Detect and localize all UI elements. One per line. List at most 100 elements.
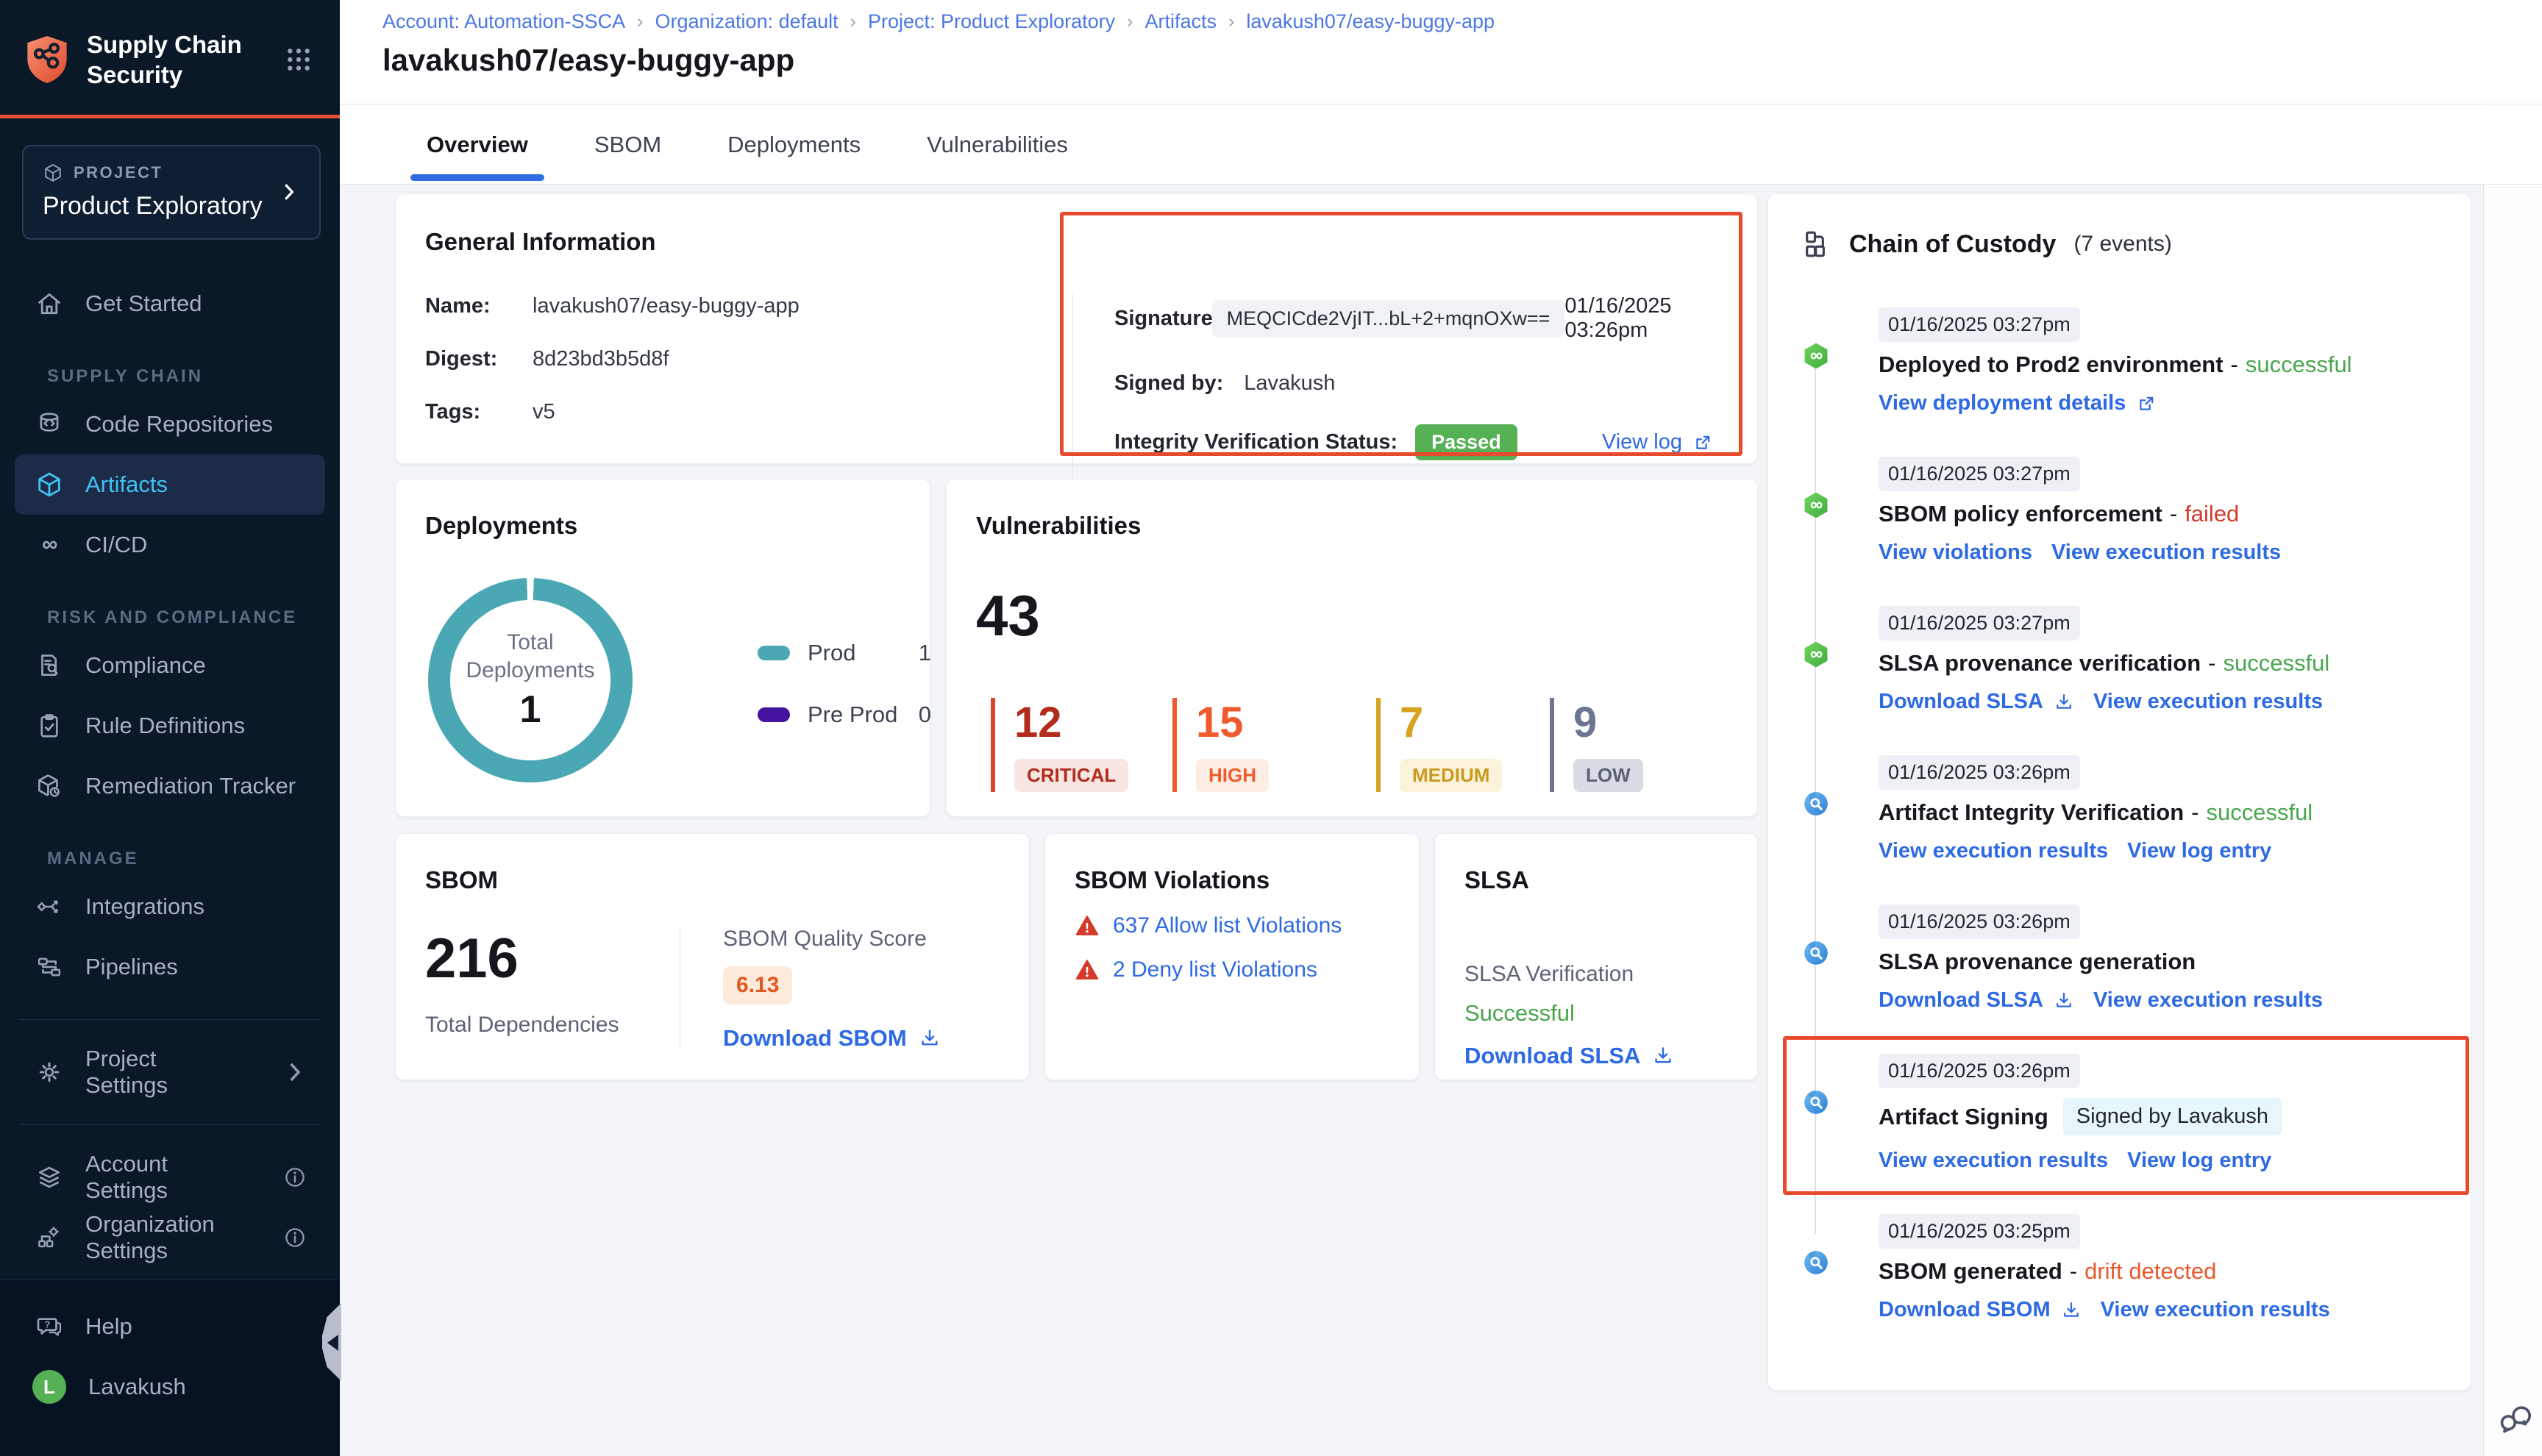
module-switcher-icon[interactable] bbox=[284, 45, 313, 74]
view-violations-link[interactable]: View violations bbox=[1879, 540, 2032, 565]
sidebar-item-organization-settings[interactable]: Organization Settings bbox=[0, 1207, 340, 1268]
download-slsa-link[interactable]: Download SLSA bbox=[1879, 690, 2074, 714]
breadcrumb-separator: › bbox=[1217, 11, 1246, 32]
download-slsa-link[interactable]: Download SLSA bbox=[1879, 988, 2074, 1013]
gear-icon bbox=[35, 1058, 63, 1086]
help-chat-icon bbox=[35, 1313, 63, 1341]
card-title: Deployments bbox=[425, 512, 900, 540]
sidebar-item-label: Integrations bbox=[85, 893, 204, 920]
signed-by-label: Signed by: bbox=[1114, 371, 1223, 396]
vulnerabilities-total: 43 bbox=[976, 582, 1728, 649]
event-artifact-integrity-verification: 01/16/2025 03:26pm Artifact Integrity Ve… bbox=[1802, 755, 2438, 863]
card-title: SBOM bbox=[425, 866, 1000, 894]
view-execution-results-link[interactable]: View execution results bbox=[2051, 540, 2281, 565]
download-sbom-link[interactable]: Download SBOM bbox=[1879, 1298, 2082, 1322]
view-execution-results-link[interactable]: View execution results bbox=[2101, 1298, 2330, 1322]
breadcrumb-artifacts[interactable]: Artifacts bbox=[1144, 10, 1217, 33]
main-content: General Information Name:lavakush07/easy… bbox=[340, 185, 2483, 1456]
pipeline-hexagon-icon bbox=[1802, 640, 1830, 669]
sidebar-item-integrations[interactable]: Integrations bbox=[0, 877, 340, 937]
sidebar-item-project-settings[interactable]: Project Settings bbox=[0, 1042, 340, 1102]
divider bbox=[19, 1019, 321, 1020]
sidebar-item-pipelines[interactable]: Pipelines bbox=[0, 937, 340, 997]
warning-triangle-icon bbox=[1075, 913, 1100, 938]
severity-critical: 12 CRITICAL bbox=[991, 698, 1172, 792]
scan-circle-icon bbox=[1802, 1088, 1830, 1117]
sidebar-item-label: Get Started bbox=[85, 290, 202, 317]
tab-sbom[interactable]: SBOM bbox=[594, 105, 661, 184]
sidebar-item-help[interactable]: Help bbox=[0, 1296, 340, 1357]
general-information-card: General Information Name:lavakush07/easy… bbox=[395, 193, 1758, 464]
download-sbom-link[interactable]: Download SBOM bbox=[723, 1025, 1000, 1052]
section-header-risk-compliance: RISK AND COMPLIANCE bbox=[0, 607, 340, 628]
severity-low: 9 LOW bbox=[1550, 698, 1697, 792]
view-execution-results-link[interactable]: View execution results bbox=[1879, 839, 2108, 863]
breadcrumb-account[interactable]: Account: Automation-SSCA bbox=[382, 10, 625, 33]
brand-accent-line bbox=[0, 115, 340, 118]
view-execution-results-link[interactable]: View execution results bbox=[1879, 1149, 2108, 1173]
download-slsa-link[interactable]: Download SLSA bbox=[1464, 1043, 1728, 1069]
tab-vulnerabilities[interactable]: Vulnerabilities bbox=[927, 105, 1068, 184]
sidebar-item-get-started[interactable]: Get Started bbox=[0, 274, 340, 334]
tags-value: v5 bbox=[533, 400, 555, 424]
sidebar-item-account-settings[interactable]: Account Settings bbox=[0, 1147, 340, 1207]
sidebar-item-user[interactable]: L Lavakush bbox=[0, 1357, 340, 1417]
event-status: successful bbox=[2223, 650, 2329, 677]
page-header: Account: Automation-SSCA › Organization:… bbox=[340, 0, 2542, 104]
event-slsa-provenance-verification: 01/16/2025 03:27pm SLSA provenance verif… bbox=[1802, 606, 2438, 714]
scan-circle-icon bbox=[1802, 789, 1830, 818]
section-header-supply-chain: SUPPLY CHAIN bbox=[0, 366, 340, 387]
view-log-entry-link[interactable]: View log entry bbox=[2127, 1149, 2271, 1173]
clipboard-check-icon bbox=[35, 712, 63, 740]
signature-timestamp: 01/16/2025 03:26pm bbox=[1564, 294, 1713, 343]
card-title: General Information bbox=[425, 228, 1757, 256]
view-deployment-details-link[interactable]: View deployment details bbox=[1879, 391, 2157, 415]
chat-bubbles-icon[interactable] bbox=[2497, 1402, 2531, 1435]
avatar: L bbox=[32, 1370, 66, 1404]
tab-overview[interactable]: Overview bbox=[427, 105, 528, 184]
signature-label: Signature: bbox=[1114, 307, 1195, 331]
sidebar-item-artifacts[interactable]: Artifacts bbox=[15, 454, 325, 515]
event-timestamp: 01/16/2025 03:26pm bbox=[1879, 1054, 2080, 1088]
sidebar-item-code-repositories[interactable]: Code Repositories bbox=[0, 394, 340, 454]
view-execution-results-link[interactable]: View execution results bbox=[2093, 988, 2323, 1013]
prod-swatch bbox=[758, 646, 790, 660]
event-timestamp: 01/16/2025 03:26pm bbox=[1879, 904, 2080, 939]
sidebar-item-cicd[interactable]: CI/CD bbox=[0, 515, 340, 575]
sidebar-item-label: Code Repositories bbox=[85, 411, 273, 438]
breadcrumb-separator: › bbox=[1115, 11, 1144, 32]
breadcrumb-organization[interactable]: Organization: default bbox=[655, 10, 839, 33]
allow-list-violations-link[interactable]: 637 Allow list Violations bbox=[1113, 913, 1342, 938]
view-execution-results-link[interactable]: View execution results bbox=[2093, 690, 2323, 714]
chevron-right-icon bbox=[282, 1060, 307, 1085]
pipeline-hexagon-icon bbox=[1802, 490, 1830, 520]
pipeline-hexagon-icon bbox=[1802, 341, 1830, 371]
project-label: PROJECT bbox=[74, 163, 163, 182]
integrations-icon bbox=[35, 893, 63, 921]
breadcrumb-project[interactable]: Project: Product Exploratory bbox=[868, 10, 1115, 33]
breadcrumb: Account: Automation-SSCA › Organization:… bbox=[382, 10, 1495, 33]
sbom-card: SBOM 216 Total Dependencies SBOM Quality… bbox=[395, 833, 1030, 1080]
download-icon bbox=[1652, 1045, 1674, 1067]
deny-list-violations-link[interactable]: 2 Deny list Violations bbox=[1113, 957, 1317, 982]
view-log-entry-link[interactable]: View log entry bbox=[2127, 839, 2271, 863]
warning-triangle-icon bbox=[1075, 957, 1100, 982]
severity-medium: 7 MEDIUM bbox=[1376, 698, 1550, 792]
prod-count: 1 bbox=[919, 640, 931, 666]
info-icon[interactable] bbox=[282, 1225, 307, 1250]
chevron-right-icon bbox=[278, 181, 300, 203]
digest-value: 8d23bd3b5d8f bbox=[533, 347, 669, 371]
view-log-link[interactable]: View log bbox=[1602, 430, 1713, 454]
tabs: Overview SBOM Deployments Vulnerabilitie… bbox=[340, 105, 2542, 185]
breadcrumb-current[interactable]: lavakush07/easy-buggy-app bbox=[1246, 10, 1495, 33]
tab-deployments[interactable]: Deployments bbox=[727, 105, 861, 184]
sidebar-item-compliance[interactable]: Compliance bbox=[0, 635, 340, 696]
project-selector[interactable]: PROJECT Product Exploratory bbox=[22, 145, 321, 240]
signed-by-value: Lavakush bbox=[1244, 371, 1335, 396]
sidebar-item-remediation-tracker[interactable]: Remediation Tracker bbox=[0, 756, 340, 816]
sidebar-item-rule-definitions[interactable]: Rule Definitions bbox=[0, 696, 340, 756]
download-icon bbox=[2054, 692, 2074, 713]
event-deployed-prod2: 01/16/2025 03:27pm Deployed to Prod2 env… bbox=[1802, 307, 2438, 415]
info-icon[interactable] bbox=[282, 1165, 307, 1190]
event-status: successful bbox=[2246, 351, 2352, 378]
